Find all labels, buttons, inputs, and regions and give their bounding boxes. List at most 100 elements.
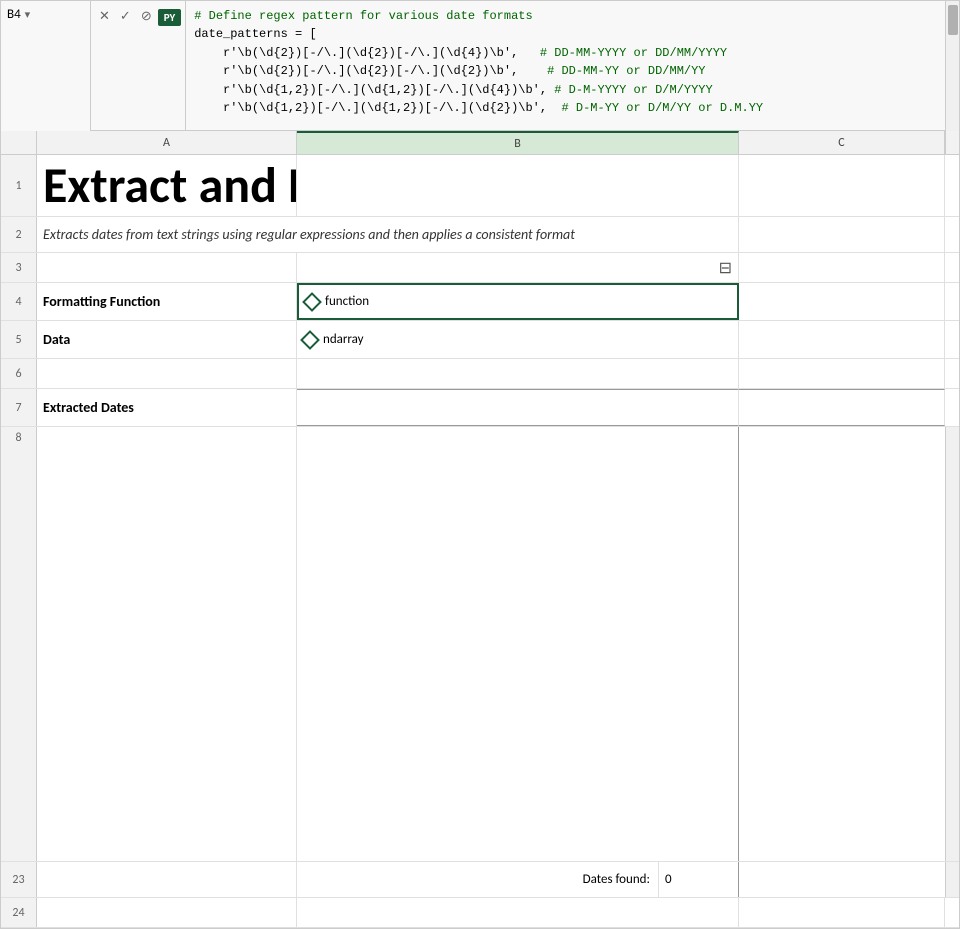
cell-2a[interactable]: Extracts dates from text strings using r… bbox=[37, 217, 739, 252]
row7-scroll bbox=[945, 389, 959, 426]
dates-found-value: 0 bbox=[665, 872, 672, 887]
data-label: Data bbox=[43, 331, 70, 348]
cell-5a[interactable]: Data bbox=[37, 321, 297, 358]
cell-reference-box[interactable]: B4 ▾ bbox=[1, 1, 91, 131]
cell-6b[interactable] bbox=[297, 359, 739, 388]
cell-23b-value[interactable]: 0 bbox=[659, 862, 739, 897]
python-diamond-icon-4b bbox=[302, 292, 322, 312]
cell-1a[interactable]: Extract and Format Dates bbox=[37, 155, 297, 216]
row-num-8: 8 bbox=[1, 427, 36, 861]
clipboard-icon[interactable]: ⊟ bbox=[719, 258, 732, 278]
formula-line-3: r'\b(\d{2})[-/\.](\d{2})[-/\.](\d{4})\b'… bbox=[194, 46, 727, 60]
row-num-6: 6 bbox=[1, 359, 37, 388]
row-num-7: 7 bbox=[1, 389, 37, 426]
spreadsheet: B4 ▾ ✕ ✓ ⊘ PY # Define regex pattern for… bbox=[0, 0, 960, 929]
subtitle-text: Extracts dates from text strings using r… bbox=[43, 226, 575, 243]
row-nums-data: 8 bbox=[1, 427, 37, 861]
col-header-b: B bbox=[297, 131, 739, 154]
row5-scroll bbox=[945, 321, 959, 358]
cell-7b[interactable] bbox=[297, 389, 739, 426]
data-rows-container: 8 bbox=[1, 427, 959, 862]
row-num-5: 5 bbox=[1, 321, 37, 358]
row-4: 4 Formatting Function function bbox=[1, 283, 959, 321]
cancel-icon[interactable]: ✕ bbox=[95, 7, 114, 26]
rows-container: 1 Extract and Format Dates 2 Extracts da… bbox=[1, 155, 959, 928]
row-3: 3 ⊟ bbox=[1, 253, 959, 283]
formula-line-2: date_patterns = [ bbox=[194, 27, 316, 41]
data-cell-c[interactable] bbox=[739, 427, 945, 861]
confirm-icon[interactable]: ✓ bbox=[116, 7, 135, 26]
python-diamond-icon-5b bbox=[300, 330, 320, 350]
row-5: 5 Data ndarray bbox=[1, 321, 959, 359]
formula-icons: ✕ ✓ ⊘ PY bbox=[91, 1, 186, 131]
row23-scroll bbox=[945, 862, 959, 897]
cell-4b[interactable]: function bbox=[297, 283, 739, 320]
cell-4b-value: function bbox=[325, 294, 369, 309]
data-cell-a[interactable] bbox=[37, 427, 297, 861]
row-num-3: 3 bbox=[1, 253, 37, 282]
cell-1b[interactable] bbox=[297, 155, 739, 216]
python-badge: PY bbox=[158, 9, 182, 26]
data-cell-b[interactable] bbox=[297, 427, 739, 861]
row4-scroll bbox=[945, 283, 959, 320]
cell-5b[interactable]: ndarray bbox=[297, 321, 739, 358]
title-text: Extract and Format Dates bbox=[43, 161, 297, 211]
cell-24c[interactable] bbox=[739, 898, 945, 927]
cell-ref-dropdown[interactable]: ▾ bbox=[25, 8, 31, 21]
cell-23b-label[interactable]: Dates found: bbox=[297, 862, 659, 897]
main-scrollbar[interactable] bbox=[945, 427, 959, 861]
formula-bar: B4 ▾ ✕ ✓ ⊘ PY # Define regex pattern for… bbox=[1, 1, 959, 131]
function-icon[interactable]: ⊘ bbox=[137, 7, 156, 26]
cell-ref-text: B4 bbox=[7, 7, 21, 22]
cell-3c[interactable] bbox=[739, 253, 945, 282]
formula-line-6: r'\b(\d{1,2})[-/\.](\d{1,2})[-/\.](\d{2}… bbox=[194, 101, 763, 115]
cell-4a[interactable]: Formatting Function bbox=[37, 283, 297, 320]
row-7: 7 Extracted Dates bbox=[1, 389, 959, 427]
col-header-a: A bbox=[37, 131, 297, 154]
formatting-function-label: Formatting Function bbox=[43, 293, 160, 310]
row6-scroll bbox=[945, 359, 959, 388]
scroll-spacer bbox=[945, 131, 959, 154]
corner-cell bbox=[1, 131, 37, 154]
row-2: 2 Extracts dates from text strings using… bbox=[1, 217, 959, 253]
row-num-24: 24 bbox=[1, 898, 37, 927]
formula-content[interactable]: # Define regex pattern for various date … bbox=[186, 1, 945, 131]
cell-7c[interactable] bbox=[739, 389, 945, 426]
row-24: 24 bbox=[1, 898, 959, 928]
cell-3b[interactable]: ⊟ bbox=[297, 253, 739, 282]
row3-scroll bbox=[945, 253, 959, 282]
cell-6c[interactable] bbox=[739, 359, 945, 388]
cell-5c[interactable] bbox=[739, 321, 945, 358]
cell-6a[interactable] bbox=[37, 359, 297, 388]
row-6: 6 bbox=[1, 359, 959, 389]
dates-found-label: Dates found: bbox=[583, 872, 650, 887]
row1-scroll bbox=[945, 155, 959, 216]
cell-7a[interactable]: Extracted Dates bbox=[37, 389, 297, 426]
row-num-2: 2 bbox=[1, 217, 37, 252]
formula-line-4: r'\b(\d{2})[-/\.](\d{2})[-/\.](\d{2})\b'… bbox=[194, 64, 705, 78]
row-num-4: 4 bbox=[1, 283, 37, 320]
row-num-23: 23 bbox=[1, 862, 37, 897]
formula-scroll-thumb[interactable] bbox=[948, 5, 958, 35]
cell-24a[interactable] bbox=[37, 898, 297, 927]
formula-scrollbar[interactable] bbox=[945, 1, 959, 131]
col-header-c: C bbox=[739, 131, 945, 154]
cell-4c[interactable] bbox=[739, 283, 945, 320]
column-headers: A B C bbox=[1, 131, 959, 155]
grid-area: A B C 1 Extract and Format Dates 2 Ext bbox=[1, 131, 959, 928]
cell-23a[interactable] bbox=[37, 862, 297, 897]
row-1: 1 Extract and Format Dates bbox=[1, 155, 959, 217]
row-23: 23 Dates found: 0 bbox=[1, 862, 959, 898]
cell-3a[interactable] bbox=[37, 253, 297, 282]
row2-scroll bbox=[945, 217, 959, 252]
cell-5b-value: ndarray bbox=[323, 332, 364, 347]
cell-1c[interactable] bbox=[739, 155, 945, 216]
cell-2c[interactable] bbox=[739, 217, 945, 252]
extracted-dates-label: Extracted Dates bbox=[43, 399, 134, 416]
formula-line-5: r'\b(\d{1,2})[-/\.](\d{1,2})[-/\.](\d{4}… bbox=[194, 83, 713, 97]
cell-23c[interactable] bbox=[739, 862, 945, 897]
row-num-1: 1 bbox=[1, 155, 37, 216]
formula-line-1: # Define regex pattern for various date … bbox=[194, 9, 532, 23]
row24-scroll bbox=[945, 898, 959, 927]
cell-24b[interactable] bbox=[297, 898, 739, 927]
